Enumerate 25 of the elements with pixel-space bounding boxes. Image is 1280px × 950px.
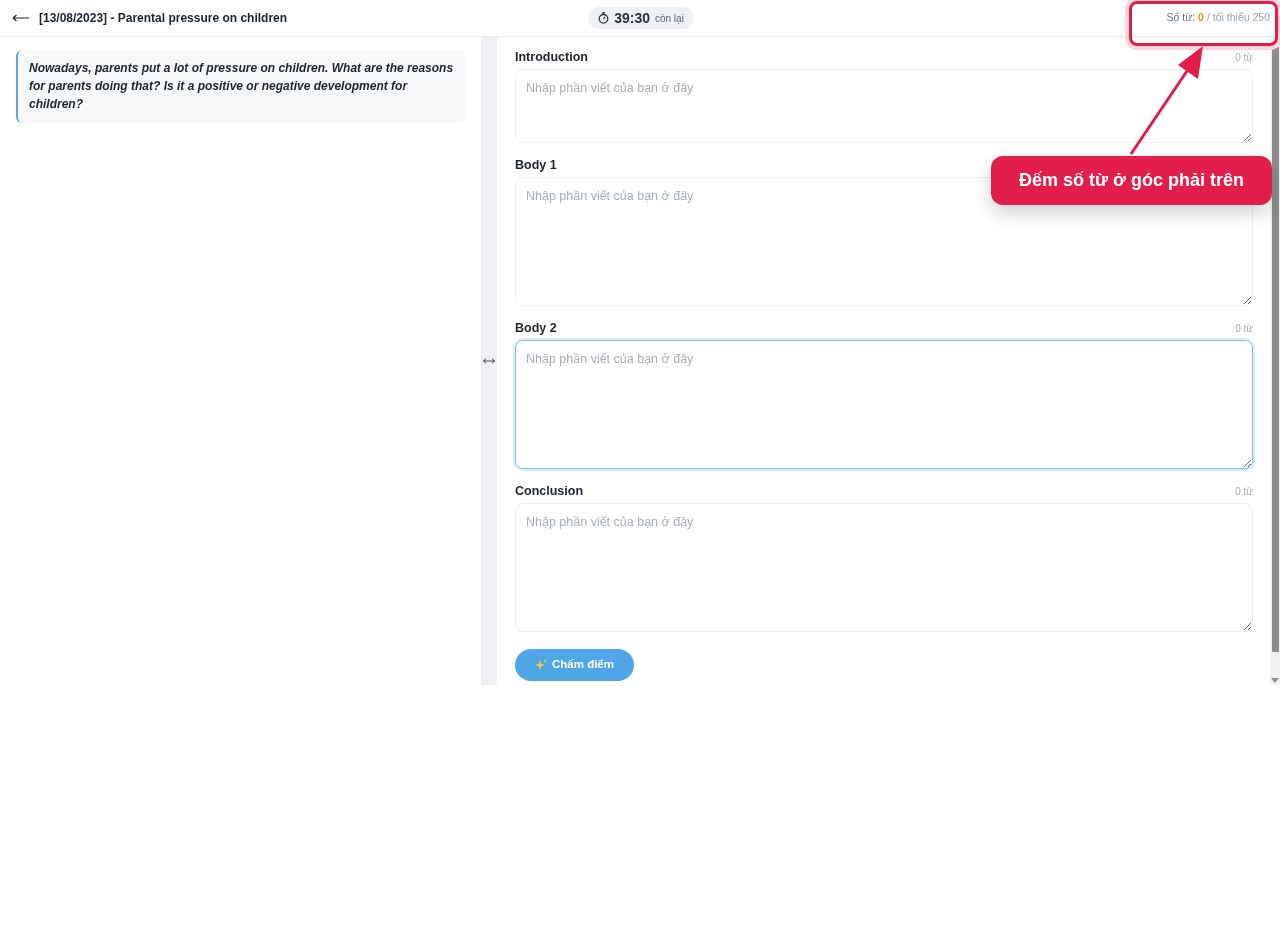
resize-arrows-icon: [483, 358, 495, 364]
word-count-minimum: / tối thiểu 250: [1206, 10, 1270, 26]
prompt-text: Nowadays, parents put a lot of pressure on children. What are the reasons for parents doing that? Is it a positive or negative development for children?: [29, 60, 454, 113]
resize-handle[interactable]: [481, 37, 497, 685]
section-label: Introduction: [515, 48, 588, 66]
scrollbar-thumb[interactable]: [1271, 47, 1279, 652]
word-count-value: 0: [1198, 10, 1204, 26]
section-word-count: 0 từ: [1235, 50, 1253, 65]
timer-suffix: còn lại: [654, 11, 684, 26]
section-label: Body 1: [515, 156, 557, 174]
section-word-count: 0 từ: [1235, 484, 1253, 499]
stopwatch-icon: [598, 12, 610, 24]
scrollbar[interactable]: [1270, 37, 1280, 685]
callout: Đếm số từ ở góc phải trên: [991, 156, 1272, 205]
timer-value: 39:30: [614, 8, 650, 28]
sparkle-icon: [535, 659, 547, 671]
section-label: Conclusion: [515, 482, 584, 500]
section-label: Body 2: [515, 319, 557, 337]
grade-button[interactable]: Chấm điểm: [515, 649, 634, 681]
scroll-down-icon[interactable]: [1271, 678, 1279, 683]
back-arrow-icon: [12, 14, 30, 22]
answer-field[interactable]: Nhập phần viết của bạn ở đây: [515, 340, 1253, 469]
page-title: [13/08/2023] - Parental pressure on children: [39, 10, 288, 27]
word-count-label: Số từ:: [1166, 10, 1196, 26]
section-word-count: 0 từ: [1235, 321, 1253, 336]
